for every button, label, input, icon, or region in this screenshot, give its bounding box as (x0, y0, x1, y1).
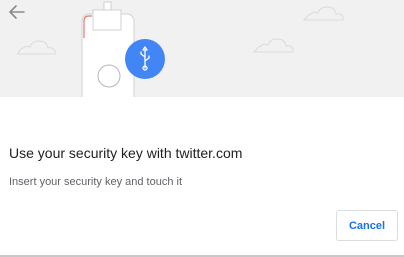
back-button[interactable] (6, 2, 28, 22)
cloud-icon (303, 6, 344, 21)
security-key-dialog: Use your security key with twitter.com I… (0, 0, 404, 257)
cancel-button[interactable]: Cancel (336, 210, 398, 241)
illustration-banner (0, 0, 404, 97)
usb-icon (125, 39, 165, 79)
arrow-left-icon (9, 5, 25, 19)
cloud-icon (17, 40, 56, 55)
cloud-icon (253, 38, 294, 53)
dialog-subtitle: Insert your security key and touch it (9, 176, 183, 188)
dialog-title: Use your security key with twitter.com (9, 145, 243, 161)
